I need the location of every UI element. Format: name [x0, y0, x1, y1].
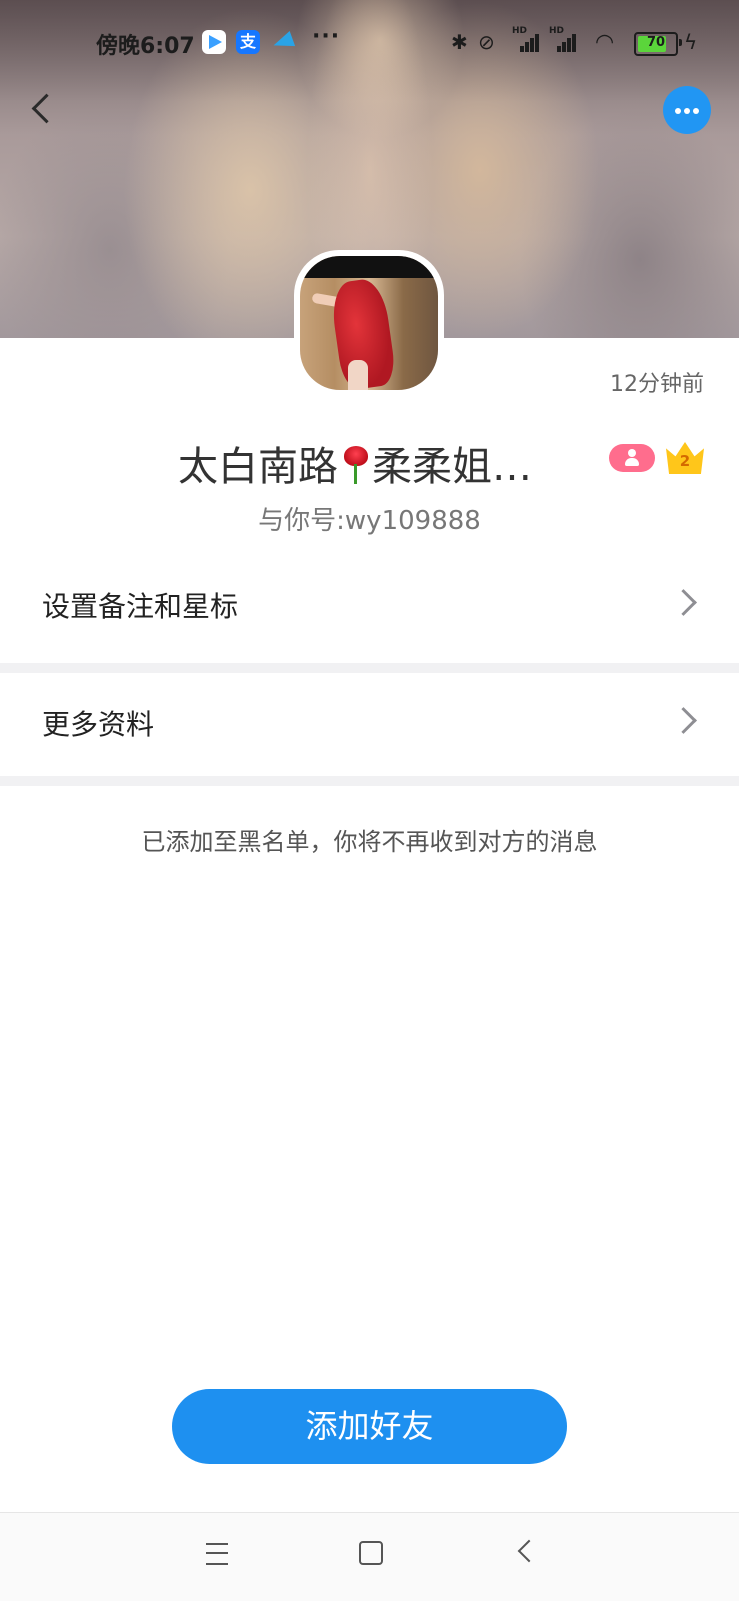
- avatar-image: [300, 256, 438, 390]
- avatar[interactable]: [294, 250, 444, 396]
- gender-badge-icon: [609, 444, 655, 472]
- more-info-row[interactable]: 更多资料: [0, 673, 739, 771]
- crown-level-badge-icon: 2: [666, 442, 704, 476]
- bluetooth-icon: ✱: [451, 30, 468, 54]
- more-info-label: 更多资料: [42, 708, 155, 741]
- nav-menu-icon[interactable]: [206, 1543, 228, 1565]
- set-remark-label: 设置备注和星标: [42, 590, 239, 623]
- rose-emoji-icon: [338, 444, 372, 484]
- system-nav-bar: [0, 1512, 739, 1601]
- alarm-off-icon: ⊘: [478, 30, 495, 54]
- account-id: 与你号:wy109888: [258, 506, 481, 536]
- wifi-icon: ◠: [595, 30, 615, 55]
- battery-icon: 70: [634, 32, 682, 56]
- status-bar: 傍晚6:07 支 ··· ✱ ⊘ HD HD ◠ 70 ϟ: [0, 0, 739, 84]
- level-number: 2: [679, 452, 691, 470]
- charging-icon: ϟ: [684, 30, 698, 54]
- blacklist-notice: 已添加至黑名单，你将不再收到对方的消息: [141, 828, 598, 856]
- last-active-time: 12分钟前: [610, 372, 704, 397]
- chevron-right-icon: [670, 589, 697, 616]
- status-time: 傍晚6:07: [96, 34, 195, 59]
- play-app-icon: [202, 30, 226, 54]
- divider: [0, 776, 739, 786]
- profile-name-part2: 柔柔姐…: [372, 444, 532, 490]
- chevron-right-icon: [670, 707, 697, 734]
- signal-1-icon: HD: [512, 26, 542, 52]
- add-friend-button[interactable]: 添加好友: [172, 1389, 567, 1464]
- battery-level: 70: [646, 35, 666, 50]
- nav-back-icon[interactable]: [517, 1539, 541, 1563]
- signal-2-icon: HD: [549, 26, 579, 52]
- more-notifications-icon: ···: [312, 24, 341, 49]
- profile-name: 太白南路 柔柔姐…: [178, 434, 532, 492]
- set-remark-row[interactable]: 设置备注和星标: [0, 555, 739, 653]
- nav-home-icon[interactable]: [359, 1541, 383, 1565]
- back-icon[interactable]: [26, 92, 60, 126]
- alipay-app-icon: 支: [236, 30, 260, 54]
- divider: [0, 663, 739, 673]
- profile-name-part1: 太白南路: [178, 444, 338, 490]
- more-options-button[interactable]: [663, 86, 711, 134]
- telegram-app-icon: [271, 30, 295, 54]
